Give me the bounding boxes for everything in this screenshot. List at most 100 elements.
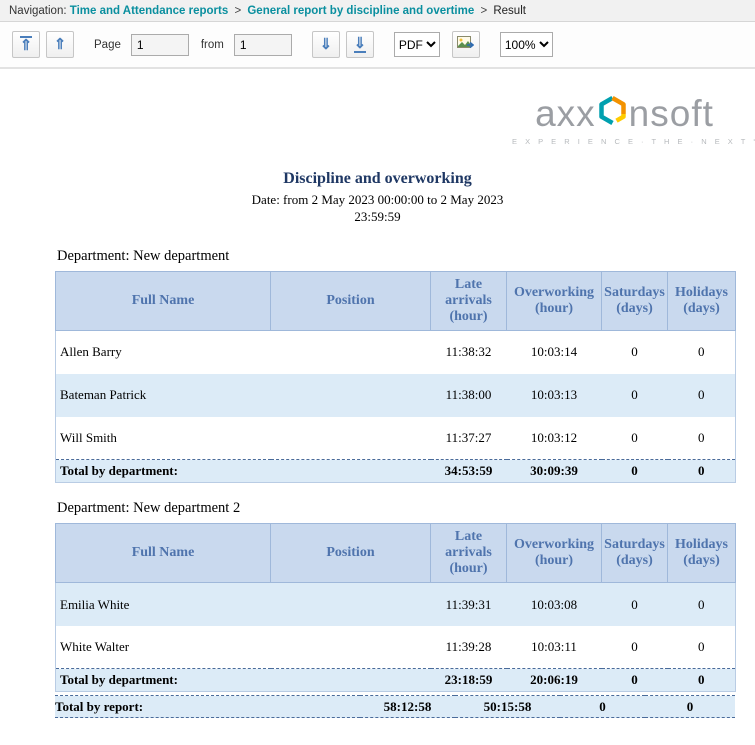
axxonsoft-wordmark: axx nsoft [512,95,737,132]
page-number-input[interactable] [131,34,189,56]
table-header-row: Full Name Position Late arrivals (hour) … [56,271,736,330]
column-header-overworking: Overworking (hour) [507,524,602,583]
column-header-saturdays: Saturdays (days) [602,524,668,583]
logo-text-left: axx [535,95,596,132]
table-row: White Walter 11:39:28 10:03:11 0 0 [56,626,736,669]
export-format-select[interactable]: PDF [394,32,440,57]
report-total-saturdays: 0 [560,696,645,718]
report-total-overworking: 50:15:58 [455,696,560,718]
breadcrumb-separator: > [234,5,241,17]
logo-text-right: nsoft [629,95,714,132]
column-header-late-arrivals: Late arrivals (hour) [431,524,507,583]
report-date-line2: 23:59:59 [0,209,755,226]
column-header-position: Position [271,524,431,583]
total-saturdays: 0 [602,460,668,483]
table-row: Allen Barry 11:38:32 10:03:14 0 0 [56,331,736,374]
previous-page-button[interactable]: ⇑ [46,31,74,58]
column-header-saturdays: Saturdays (days) [602,271,668,330]
cell-late-arrivals: 11:39:28 [431,626,507,669]
cell-saturdays: 0 [602,626,668,669]
column-header-late-arrivals: Late arrivals (hour) [431,271,507,330]
total-holidays: 0 [668,460,736,483]
export-icon [457,36,474,54]
next-page-button[interactable]: ⇓ [312,31,340,58]
last-page-button[interactable]: ⇓ [346,31,374,58]
table-row: Emilia White 11:39:31 10:03:08 0 0 [56,583,736,626]
cell-saturdays: 0 [602,417,668,460]
table-row: Will Smith 11:37:27 10:03:12 0 0 [56,417,736,460]
cell-full-name: White Walter [56,626,271,669]
report-page: axx nsoft E X P E R I E N C E · T H E · … [0,95,755,718]
page-label: Page [94,39,121,51]
cell-holidays: 0 [668,374,736,417]
total-late-arrivals: 23:18:59 [431,669,507,692]
from-label: from [201,39,224,51]
last-page-icon: ⇓ [354,36,367,53]
cell-overworking: 10:03:13 [507,374,602,417]
cell-full-name: Emilia White [56,583,271,626]
next-page-icon: ⇓ [320,37,333,52]
logo-hexagon-icon [597,95,628,132]
cell-overworking: 10:03:08 [507,583,602,626]
report-total-row: Total by report: 58:12:58 50:15:58 0 0 [55,696,735,718]
cell-holidays: 0 [668,583,736,626]
total-overworking: 30:09:39 [507,460,602,483]
cell-holidays: 0 [668,331,736,374]
total-holidays: 0 [668,669,736,692]
total-late-arrivals: 34:53:59 [431,460,507,483]
cell-late-arrivals: 11:38:32 [431,331,507,374]
first-page-icon: ⇑ [20,36,33,53]
department-total-row: Total by department: 23:18:59 20:06:19 0… [56,669,736,692]
cell-overworking: 10:03:11 [507,626,602,669]
first-page-button[interactable]: ⇑ [12,31,40,58]
report-date-line1: Date: from 2 May 2023 00:00:00 to 2 May … [0,192,755,209]
cell-late-arrivals: 11:38:00 [431,374,507,417]
report-total-table: Total by report: 58:12:58 50:15:58 0 0 [55,695,735,718]
previous-page-icon: ⇑ [54,37,67,52]
column-header-holidays: Holidays (days) [668,271,736,330]
total-by-department-label: Total by department: [56,460,431,483]
breadcrumb: Navigation: Time and Attendance reports … [0,0,755,22]
cell-holidays: 0 [668,417,736,460]
breadcrumb-separator: > [480,5,487,17]
table-row: Bateman Patrick 11:38:00 10:03:13 0 0 [56,374,736,417]
cell-saturdays: 0 [602,331,668,374]
cell-position [271,583,431,626]
department-total-row: Total by department: 34:53:59 30:09:39 0… [56,460,736,483]
cell-late-arrivals: 11:37:27 [431,417,507,460]
export-button[interactable] [452,31,480,58]
cell-full-name: Bateman Patrick [56,374,271,417]
cell-saturdays: 0 [602,583,668,626]
column-header-position: Position [271,271,431,330]
discipline-table-department-1: Full Name Position Late arrivals (hour) … [55,271,736,483]
page-count-input[interactable] [234,34,292,56]
cell-position [271,331,431,374]
total-by-report-label: Total by report: [55,696,360,718]
nav-link-time-attendance-reports[interactable]: Time and Attendance reports [70,5,228,17]
column-header-full-name: Full Name [56,271,271,330]
report-viewer-toolbar: ⇑ ⇑ Page from ⇓ ⇓ PDF 100% [0,22,755,69]
cell-overworking: 10:03:14 [507,331,602,374]
cell-holidays: 0 [668,626,736,669]
cell-late-arrivals: 11:39:31 [431,583,507,626]
cell-full-name: Allen Barry [56,331,271,374]
column-header-overworking: Overworking (hour) [507,271,602,330]
nav-link-general-report[interactable]: General report by discipline and overtim… [247,5,474,17]
axxonsoft-logo: axx nsoft E X P E R I E N C E · T H E · … [512,95,737,146]
nav-current-result: Result [493,5,526,17]
cell-full-name: Will Smith [56,417,271,460]
zoom-select[interactable]: 100% [500,32,553,57]
table-header-row: Full Name Position Late arrivals (hour) … [56,524,736,583]
column-header-full-name: Full Name [56,524,271,583]
cell-overworking: 10:03:12 [507,417,602,460]
department-1-label: Department: New department [57,248,755,265]
total-by-department-label: Total by department: [56,669,431,692]
nav-label: Navigation: [9,5,67,17]
logo-tagline: E X P E R I E N C E · T H E · N E X T ° [512,137,737,146]
report-title: Discipline and overworking [0,170,755,188]
total-overworking: 20:06:19 [507,669,602,692]
report-total-holidays: 0 [645,696,735,718]
report-date-range: Date: from 2 May 2023 00:00:00 to 2 May … [0,192,755,226]
report-total-late-arrivals: 58:12:58 [360,696,455,718]
cell-saturdays: 0 [602,374,668,417]
